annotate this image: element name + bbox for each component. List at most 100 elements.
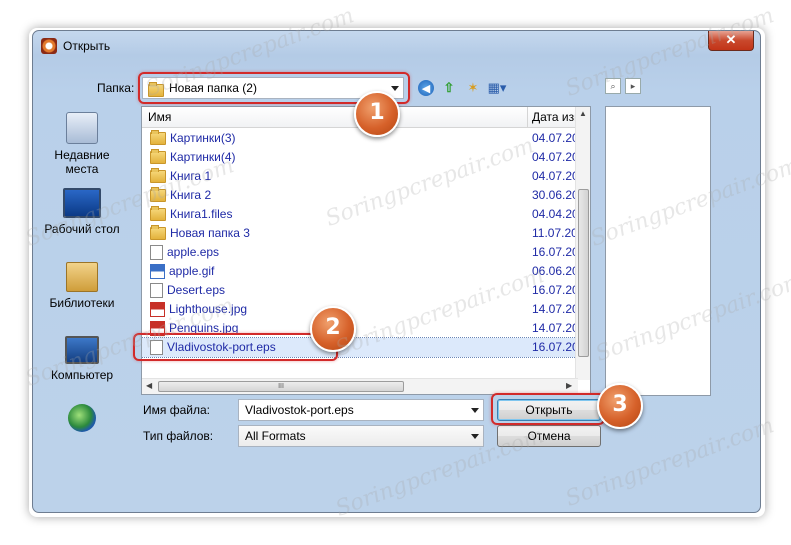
callout-badge-2: 2 [310, 306, 356, 352]
chevron-down-icon[interactable] [471, 408, 479, 413]
chevron-down-icon[interactable] [471, 434, 479, 439]
file-name: Lighthouse.jpg [169, 302, 248, 316]
file-date: 14.07.20 [532, 302, 579, 316]
file-date: 11.07.20 [532, 226, 578, 240]
folder-label: Папка: [97, 81, 135, 95]
file-date: 04.07.20 [532, 169, 579, 183]
file-row[interactable]: Книга1.files 04.04.20 [142, 205, 579, 224]
place-label: Рабочий стол [44, 222, 120, 236]
scroll-left-icon[interactable]: ◀ [146, 381, 152, 390]
file-name-cell: apple.gif [150, 262, 214, 281]
preview-zoom-icon[interactable]: ⌕ [605, 78, 621, 94]
folder-icon [150, 168, 166, 184]
desktop-icon [63, 188, 101, 218]
file-row[interactable]: Новая папка 3 11.07.20 [142, 224, 578, 243]
preview-pane [605, 106, 711, 396]
file-row[interactable]: apple.gif 06.06.20 [142, 262, 579, 281]
folder-icon [150, 130, 166, 146]
file-name-cell: Книга1.files [150, 205, 232, 224]
file-name: Книга 2 [170, 188, 212, 202]
jpg-file-icon [150, 302, 165, 318]
document-icon [150, 245, 163, 261]
file-row[interactable]: Desert.eps 16.07.20 [142, 281, 579, 300]
column-separator[interactable] [527, 107, 528, 127]
filetype-label: Тип файлов: [143, 429, 214, 443]
place-label: Компьютер [50, 368, 114, 382]
file-date: 14.07.20 [532, 321, 579, 335]
callout-box-2 [133, 333, 338, 361]
file-name-cell: Книга 2 [150, 186, 211, 205]
horizontal-scrollbar[interactable]: ◀ III ▶ [142, 378, 578, 394]
place-desktop[interactable]: Рабочий стол [40, 188, 124, 236]
file-row[interactable]: apple.eps 16.07.20 [142, 243, 579, 262]
cancel-button[interactable]: Отмена [497, 425, 601, 447]
view-menu-icon[interactable]: ▦▾ [488, 79, 507, 97]
filename-label: Имя файла: [143, 403, 210, 417]
vertical-scrollbar[interactable]: ▲ [575, 107, 590, 380]
file-date: 16.07.20 [532, 283, 579, 297]
computer-icon [65, 336, 99, 364]
file-row[interactable]: Книга 1 04.07.20 [142, 167, 579, 186]
libraries-icon [66, 262, 98, 292]
scroll-up-icon[interactable]: ▲ [579, 109, 587, 118]
file-name-cell: apple.eps [150, 243, 219, 262]
callout-badge-1: 1 [354, 91, 400, 137]
place-label: Библиотеки [49, 296, 115, 310]
recent-places-icon [66, 112, 98, 144]
file-row[interactable]: Картинки(4) 04.07.20 [142, 148, 579, 167]
callout-badge-3: 3 [597, 383, 643, 429]
title-bar[interactable]: Открыть ✕ [33, 31, 760, 61]
folder-icon [150, 206, 166, 222]
file-row[interactable]: Книга 2 30.06.20 [142, 186, 579, 205]
scroll-right-icon[interactable]: ▶ [566, 381, 572, 390]
file-name-cell: Картинки(4) [150, 148, 236, 167]
file-row[interactable]: Картинки(3) 04.07.20 [142, 129, 579, 148]
file-name: Картинки(4) [170, 150, 236, 164]
gif-file-icon [150, 264, 165, 280]
place-computer[interactable]: Компьютер [40, 336, 124, 382]
place-recent[interactable]: Недавние места [40, 112, 124, 176]
file-row[interactable]: Lighthouse.jpg 14.07.20 [142, 300, 579, 319]
file-name-cell: Новая папка 3 [150, 224, 250, 243]
preview-play-icon[interactable]: ▸ [625, 78, 641, 94]
file-name-cell: Книга 1 [150, 167, 211, 186]
horizontal-scroll-thumb[interactable]: III [158, 381, 404, 392]
place-libraries[interactable]: Библиотеки [40, 262, 124, 310]
vertical-scroll-thumb[interactable] [578, 189, 589, 357]
file-name-cell: Картинки(3) [150, 129, 236, 148]
preview-toolbar: ⌕ ▸ [605, 78, 641, 94]
file-date: 16.07.20 [532, 340, 579, 354]
file-rows: Картинки(3) 04.07.20 Картинки(4) 04.07.20 Кн… [142, 129, 579, 358]
file-date: 06.06.20 [532, 264, 579, 278]
nav-toolbar: ◀ ⇧ ✶ ▦▾ [418, 79, 506, 99]
new-folder-icon[interactable]: ✶ [464, 79, 482, 97]
file-name-cell: Desert.eps [150, 281, 225, 300]
up-folder-icon[interactable]: ⇧ [440, 79, 458, 97]
document-icon [150, 283, 163, 299]
file-name: Новая папка 3 [170, 226, 250, 240]
place-network[interactable] [40, 404, 124, 436]
callout-box-3 [491, 393, 605, 425]
filetype-select[interactable]: All Formats [238, 425, 484, 447]
file-date: 04.07.20 [532, 150, 579, 164]
close-button[interactable]: ✕ [708, 31, 754, 51]
filename-input[interactable]: Vladivostok-port.eps [238, 399, 484, 421]
filetype-value: All Formats [245, 429, 306, 443]
folder-icon [150, 187, 166, 203]
place-label: Недавние места [54, 148, 110, 176]
back-icon[interactable]: ◀ [418, 80, 434, 96]
file-date: 16.07.20 [532, 245, 579, 259]
filename-value: Vladivostok-port.eps [245, 403, 354, 417]
column-name[interactable]: Имя [148, 110, 171, 124]
file-name: apple.gif [169, 264, 215, 278]
file-name-cell: Lighthouse.jpg [150, 300, 247, 319]
file-date: 04.07.20 [532, 131, 579, 145]
file-name: apple.eps [167, 245, 220, 259]
folder-icon [150, 225, 166, 241]
file-date: 30.06.20 [532, 188, 579, 202]
app-icon [41, 38, 57, 54]
file-name: Книга 1 [170, 169, 212, 183]
file-date: 04.04.20 [532, 207, 579, 221]
file-name: Desert.eps [167, 283, 226, 297]
file-name: Книга1.files [170, 207, 233, 221]
